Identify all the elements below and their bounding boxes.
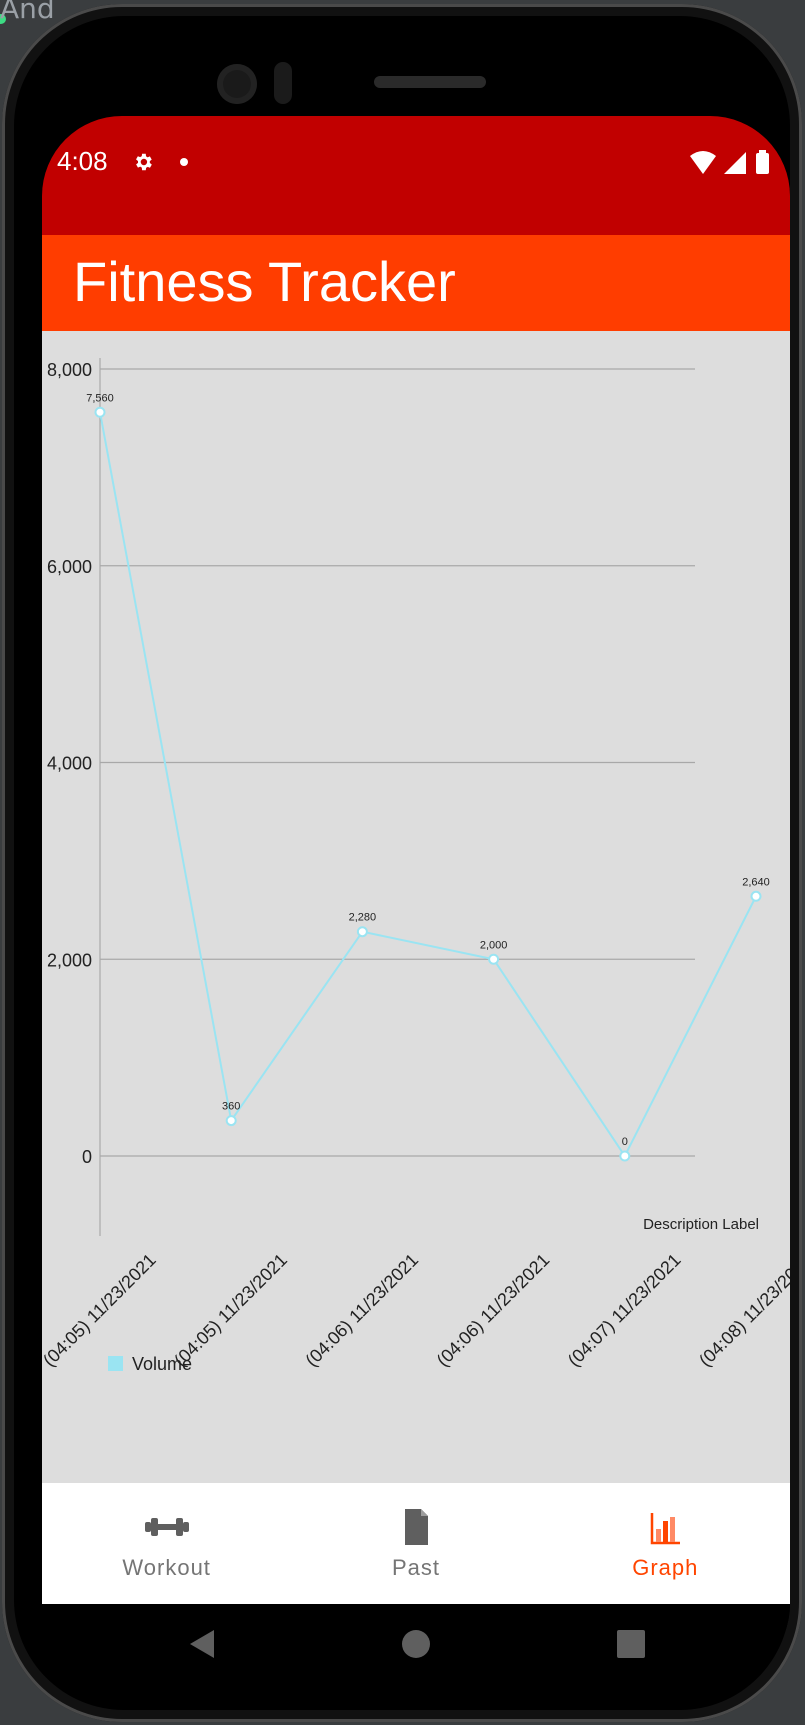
document-icon	[404, 1509, 428, 1545]
device-screen: 4:08 Fitness Tracker 0 2,000 4,000 6,000 8,0…	[42, 116, 790, 1684]
status-icons	[690, 150, 769, 174]
nav-label-past: Past	[391, 1555, 440, 1580]
proximity-sensor	[274, 62, 292, 104]
data-label: 7,560	[86, 392, 114, 404]
y-tick-label: 2,000	[47, 950, 92, 970]
x-tick-label: (04:08) 11/23/2021	[695, 1250, 790, 1371]
data-label: 2,280	[349, 912, 377, 924]
data-point	[356, 926, 368, 938]
x-tick-label: (04:06) 11/23/2021	[301, 1250, 422, 1371]
host-window-label: And	[0, 0, 55, 25]
data-point	[94, 406, 106, 418]
y-tick-label: 0	[82, 1147, 92, 1167]
data-label: 0	[622, 1136, 628, 1148]
dumbbell-icon	[144, 1518, 189, 1536]
volume-line-chart[interactable]: 0 2,000 4,000 6,000 8,000 7,560 360 2,280 2,000 0…	[42, 331, 790, 1483]
x-tick-label: (04:05) 11/23/2021	[170, 1250, 291, 1371]
y-tick-label: 4,000	[47, 754, 92, 774]
data-point	[750, 890, 762, 902]
device-frame: 4:08 Fitness Tracker 0 2,000 4,000 6,000 8,0…	[2, 4, 802, 1722]
x-tick-label: (04:06) 11/23/2021	[433, 1250, 554, 1371]
device-bezel: 4:08 Fitness Tracker 0 2,000 4,000 6,000 8,0…	[14, 16, 790, 1710]
graph-screen: 0 2,000 4,000 6,000 8,000 7,560 360 2,280 2,000 0…	[42, 331, 790, 1483]
data-label: 2,000	[480, 939, 508, 951]
nav-item-past[interactable]: Past	[291, 1483, 540, 1604]
data-point	[619, 1150, 631, 1162]
gear-icon	[136, 153, 152, 171]
notification-dot-icon	[180, 158, 188, 166]
legend-swatch-volume	[108, 1356, 123, 1371]
legend-label-volume: Volume	[132, 1354, 192, 1374]
front-camera-icon	[217, 64, 257, 104]
y-tick-label: 6,000	[47, 557, 92, 577]
status-time: 4:08	[57, 146, 108, 176]
app-title: Fitness Tracker	[73, 250, 456, 313]
status-bar: 4:08	[42, 116, 790, 235]
earpiece-speaker	[374, 76, 486, 88]
overview-button[interactable]	[611, 1624, 651, 1664]
wifi-icon	[690, 151, 716, 174]
nav-item-workout[interactable]: Workout	[42, 1483, 291, 1604]
signal-icon	[724, 152, 746, 174]
x-tick-label: (04:07) 11/23/2021	[564, 1250, 685, 1371]
nav-label-graph: Graph	[632, 1555, 699, 1580]
nav-label-workout: Workout	[122, 1555, 211, 1580]
battery-icon	[756, 153, 769, 174]
app-bar: Fitness Tracker	[42, 235, 790, 331]
bar-chart-icon	[651, 1513, 681, 1545]
nav-item-graph[interactable]: Graph	[541, 1483, 790, 1604]
back-button[interactable]	[182, 1624, 222, 1664]
data-label: 2,640	[742, 876, 770, 888]
x-tick-label: (04:05) 11/23/2021	[42, 1250, 160, 1371]
system-navigation-bar	[42, 1604, 790, 1684]
series-line-volume	[99, 412, 757, 1158]
home-button[interactable]	[396, 1624, 436, 1664]
data-point	[225, 1115, 237, 1127]
y-tick-label: 8,000	[47, 360, 92, 380]
data-label: 360	[222, 1101, 240, 1113]
description-label: Description Label	[643, 1216, 759, 1233]
bottom-navigation: Workout Past Graph	[42, 1483, 790, 1604]
data-point	[488, 953, 500, 965]
